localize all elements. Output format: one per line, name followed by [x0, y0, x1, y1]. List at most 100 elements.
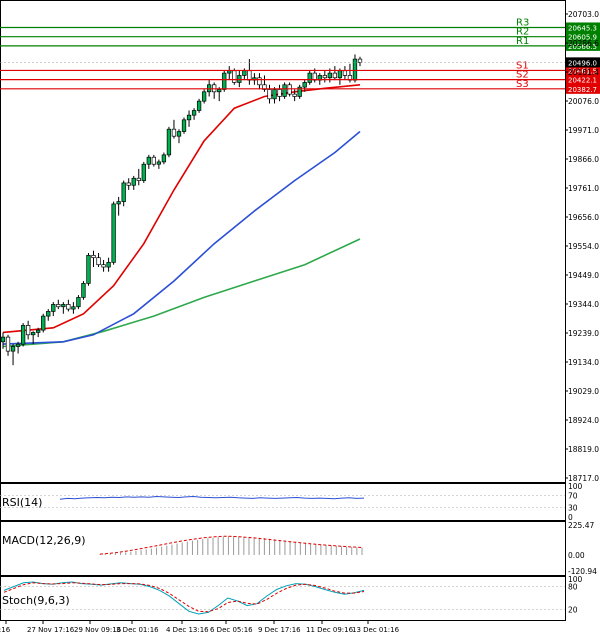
candle	[357, 58, 363, 63]
rsi-tick-label: 100	[568, 482, 583, 491]
candle	[136, 177, 141, 181]
candle	[302, 82, 307, 88]
candle	[116, 201, 121, 205]
candle	[332, 72, 338, 79]
candle	[106, 262, 111, 268]
candle	[61, 304, 66, 308]
candle	[161, 154, 167, 163]
stoch-tick-label: 20	[568, 605, 578, 614]
candle	[227, 70, 232, 74]
candle	[0, 336, 6, 343]
candle	[232, 70, 237, 83]
price-tick-label: 19134.0	[568, 358, 599, 367]
x-tick-label: 3 Dec 01:16	[116, 626, 159, 634]
candle	[15, 343, 21, 347]
candle	[176, 131, 182, 137]
candle	[247, 70, 252, 81]
candle	[272, 89, 277, 100]
x-tick-label: 05:16	[0, 626, 11, 634]
candle	[222, 72, 227, 90]
level-value-r3: 20645.3	[568, 24, 597, 32]
candle	[307, 72, 312, 83]
price-tick-label: 19554.0	[568, 242, 599, 251]
candle	[196, 100, 202, 111]
candle	[96, 257, 101, 266]
candle	[181, 119, 187, 132]
candle	[71, 306, 76, 310]
candle	[166, 128, 172, 156]
candle	[322, 75, 327, 79]
candle	[292, 93, 297, 97]
candle	[267, 89, 272, 100]
candle	[217, 89, 222, 93]
candle	[171, 128, 177, 137]
rsi-tick-label: 70	[568, 491, 578, 500]
price-tick-label: 19029.0	[568, 387, 599, 396]
stoch-tick-label: 80	[568, 583, 578, 592]
level-value-s2: 20422.1	[568, 77, 597, 85]
price-tick-label: 19344.0	[568, 300, 599, 309]
candle	[56, 304, 61, 308]
price-tick-label: 20181.4	[568, 68, 599, 77]
candle	[121, 182, 126, 202]
macd-tick-label: 0.00	[568, 551, 585, 560]
candle	[81, 283, 86, 298]
x-tick-label: 27 Nov 17:16	[27, 626, 75, 634]
candle	[201, 91, 207, 102]
stoch-label: Stoch(9,6,3)	[2, 594, 70, 607]
price-tick-label: 19866.0	[568, 155, 599, 164]
x-tick-label: 9 Dec 17:16	[258, 626, 301, 634]
candle	[25, 325, 31, 336]
candle	[337, 70, 343, 79]
macd-tick-label: 225.47	[568, 521, 594, 530]
price-tick-label: 19239.0	[568, 329, 599, 338]
current-price-label: 20496.0	[568, 59, 597, 67]
price-tick-label: 19761.0	[568, 184, 599, 193]
price-tick-label: 19656.0	[568, 213, 599, 222]
candle	[51, 304, 56, 312]
x-tick-label: 29 Nov 09:16	[74, 626, 122, 634]
candle	[151, 156, 156, 165]
candle	[237, 75, 242, 83]
candle	[277, 89, 282, 97]
candle	[242, 70, 247, 76]
price-tick-label: 19449.0	[568, 271, 599, 280]
rsi-tick-label: 30	[568, 504, 578, 513]
x-tick-label: 4 Dec 13:16	[166, 626, 209, 634]
candle	[41, 315, 46, 331]
candle	[191, 110, 197, 116]
x-tick-label: 11 Dec 09:16	[306, 626, 354, 634]
candle	[186, 114, 192, 121]
rsi-label: RSI(14)	[2, 496, 42, 509]
chart-canvas: R320645.3R2 20605.9R1 20566.5S1 20461.5S2 20…	[0, 0, 600, 635]
level-value-s3: 20382.7	[568, 86, 597, 94]
candle	[31, 332, 36, 336]
candle	[342, 70, 348, 76]
macd-label: MACD(12,26,9)	[2, 534, 86, 547]
candle	[327, 72, 332, 79]
candle	[156, 161, 162, 165]
candle	[66, 304, 71, 310]
candle	[5, 336, 11, 352]
level-name-s3: S3	[516, 79, 529, 90]
candle	[86, 254, 91, 284]
chart-root: R3 20645.3 R2 20605.9 R1 20566.5 S1 20461.5 S2 20…	[0, 0, 600, 635]
price-tick-label: 20286.6	[568, 39, 599, 48]
candle	[76, 297, 81, 308]
price-tick-label: 20703.0	[568, 10, 599, 19]
candle	[141, 163, 146, 181]
candle	[146, 156, 151, 165]
candle	[20, 325, 26, 345]
candle	[282, 84, 287, 97]
candle	[101, 264, 106, 268]
candle	[91, 254, 96, 259]
price-tick-label: 18819.0	[568, 445, 599, 454]
candle	[287, 84, 292, 95]
candle	[10, 346, 16, 352]
level-name-r1: R1	[516, 36, 529, 47]
candle	[257, 77, 262, 86]
x-tick-label: 6 Dec 05:16	[210, 626, 253, 634]
price-tick-label: 18924.0	[568, 416, 599, 425]
price-tick-label: 19971.0	[568, 126, 599, 135]
candle	[111, 203, 116, 263]
